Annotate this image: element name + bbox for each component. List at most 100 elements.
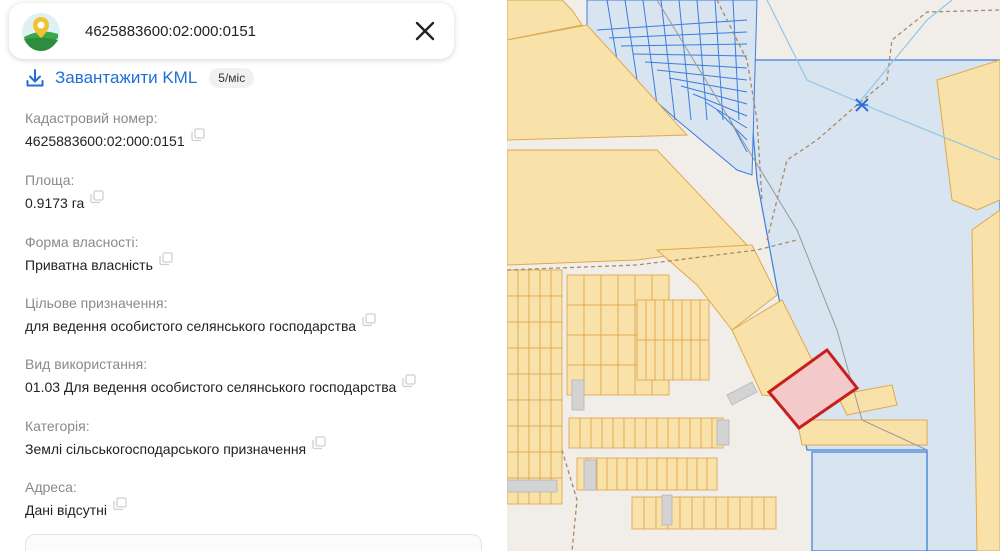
copy-icon[interactable]: [113, 497, 127, 515]
small-parcel: [700, 417, 713, 449]
small-parcel: [617, 274, 636, 306]
small-parcel: [507, 451, 519, 479]
small-parcel: [539, 399, 552, 427]
small-parcel: [612, 417, 625, 449]
small-parcel: [690, 299, 701, 341]
small-parcel: [550, 373, 563, 401]
small-parcel: [600, 274, 619, 306]
small-parcel: [507, 321, 519, 349]
small-parcel: [600, 364, 619, 396]
small-parcel: [691, 496, 705, 530]
small-parcel: [507, 347, 519, 375]
small-parcel: [699, 299, 710, 341]
copy-icon[interactable]: [362, 313, 376, 331]
small-parcel: [656, 417, 669, 449]
field-label: Категорія:: [25, 418, 90, 434]
small-parcel: [600, 334, 619, 366]
small-parcel: [539, 269, 552, 297]
small-parcel: [689, 417, 702, 449]
small-parcel: [528, 295, 541, 323]
small-parcel: [617, 334, 636, 366]
small-parcel: [681, 339, 692, 381]
field-area: Площа: 0.9173 га: [25, 171, 104, 212]
small-parcel: [550, 269, 563, 297]
kml-quota-badge: 5/міс: [209, 68, 255, 88]
small-parcel: [550, 425, 563, 453]
small-parcel: [763, 496, 777, 530]
copy-icon[interactable]: [90, 190, 104, 208]
small-parcel: [663, 339, 674, 381]
field-label: Вид використання:: [25, 356, 148, 372]
small-parcel: [550, 399, 563, 427]
small-parcel: [517, 269, 530, 297]
small-parcel: [568, 417, 581, 449]
field-value: Землі сільськогосподарського призначення: [25, 441, 307, 457]
download-kml-button[interactable]: Завантажити KML: [25, 68, 197, 88]
small-parcel: [550, 321, 563, 349]
small-parcel: [528, 321, 541, 349]
small-parcel: [566, 274, 585, 306]
field-value: для ведення особистого селянського госпо…: [25, 318, 357, 334]
small-parcel: [539, 321, 552, 349]
field-cadastral-number: Кадастровий номер: 4625883600:02:000:015…: [25, 109, 205, 150]
small-parcel: [507, 425, 519, 453]
cadastral-map[interactable]: [507, 0, 1000, 551]
small-parcel: [517, 373, 530, 401]
small-parcel: [727, 496, 741, 530]
small-parcel: [507, 399, 519, 427]
small-parcel: [539, 347, 552, 375]
small-parcel: [696, 457, 708, 491]
small-parcel: [645, 299, 656, 341]
small-parcel: [583, 364, 602, 396]
small-parcel: [686, 457, 698, 491]
field-value: Дані відсутні: [25, 502, 107, 518]
copy-icon[interactable]: [159, 252, 173, 270]
small-parcel: [672, 299, 683, 341]
download-icon: [26, 69, 44, 87]
small-parcel: [703, 496, 717, 530]
small-parcel: [517, 399, 530, 427]
small-parcel: [751, 496, 765, 530]
small-parcel: [643, 496, 657, 530]
water-zone: [811, 451, 928, 551]
field-label: Цільове призначення:: [25, 295, 168, 311]
small-parcel: [528, 373, 541, 401]
small-parcel: [666, 457, 678, 491]
app-logo: [22, 13, 60, 51]
field-label: Адреса:: [25, 479, 77, 495]
small-parcel: [706, 457, 718, 491]
field-value: 4625883600:02:000:0151: [25, 133, 185, 149]
copy-icon[interactable]: [312, 436, 326, 454]
small-parcel: [681, 299, 692, 341]
close-icon[interactable]: [410, 16, 440, 46]
field-label: Площа:: [25, 172, 75, 188]
small-parcel: [715, 496, 729, 530]
small-parcel: [507, 295, 519, 323]
field-label: Кадастровий номер:: [25, 110, 158, 126]
small-parcel: [517, 347, 530, 375]
field-usage: Вид використання: 01.03 Для ведення особ…: [25, 355, 416, 396]
small-parcel: [623, 417, 636, 449]
small-parcel: [507, 269, 519, 297]
map-canvas[interactable]: [507, 0, 1000, 551]
small-parcel: [528, 425, 541, 453]
small-parcel: [579, 417, 592, 449]
small-parcel: [676, 457, 688, 491]
search-input[interactable]: 4625883600:02:000:0151: [85, 23, 256, 40]
field-address: Адреса: Дані відсутні: [25, 478, 127, 519]
small-parcel: [606, 457, 618, 491]
small-parcel: [672, 339, 683, 381]
small-parcel: [617, 364, 636, 396]
search-bar[interactable]: 4625883600:02:000:0151: [9, 3, 454, 59]
small-parcel: [656, 457, 668, 491]
copy-icon[interactable]: [190, 128, 205, 146]
small-parcel: [517, 321, 530, 349]
field-label: Форма власності:: [25, 234, 139, 250]
small-parcel: [667, 417, 680, 449]
small-parcel: [645, 417, 658, 449]
small-parcel: [600, 304, 619, 336]
small-parcel: [583, 274, 602, 306]
small-parcel: [663, 299, 674, 341]
copy-icon[interactable]: [402, 374, 416, 392]
small-parcel: [631, 496, 645, 530]
